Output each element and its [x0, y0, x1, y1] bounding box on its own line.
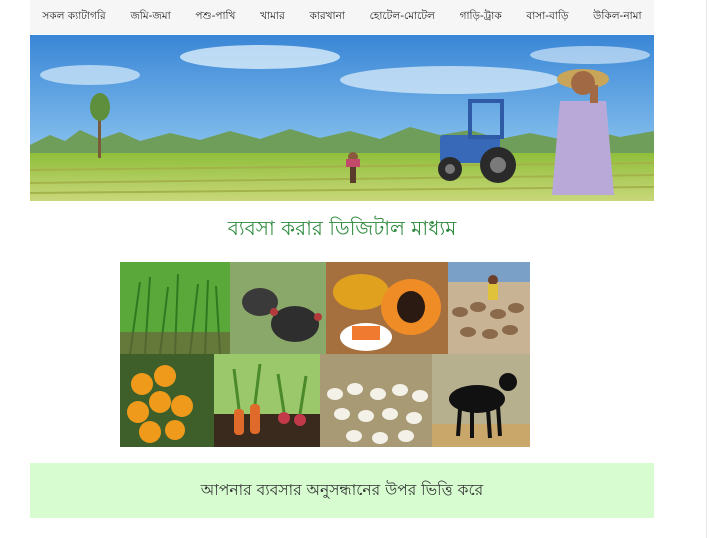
nav-item-farm[interactable]: খামার [260, 9, 285, 26]
oranges-image [120, 354, 214, 447]
nav-item-lawyer[interactable]: উকিল-নামা [593, 9, 641, 26]
nav-item-hotel-motel[interactable]: হোটেল-মোটেল [370, 9, 435, 26]
nav-item-vehicles[interactable]: গাড়ি-ট্রাক [460, 9, 502, 26]
hero-farm-image [30, 35, 654, 201]
black-goat-image [432, 354, 530, 447]
rice-seedlings-image [120, 262, 230, 354]
search-info-banner: আপনার ব্যবসার অনুসন্ধানের উপর ভিত্তি করে [30, 463, 654, 518]
carrots-image [214, 354, 320, 447]
nav-item-livestock[interactable]: পশু-পাখি [195, 9, 235, 26]
banner-text: আপনার ব্যবসার অনুসন্ধানের উপর ভিত্তি করে [200, 480, 484, 499]
nav-item-factory[interactable]: কারখানা [309, 9, 344, 26]
turkeys-image [230, 262, 326, 354]
nav-item-house[interactable]: বাসা-বাড়ি [526, 9, 568, 26]
page-tagline: ব্যবসা করার ডিজিটাল মাধ্যম [227, 216, 457, 240]
page-edge-line [706, 0, 707, 538]
ducks-farm-image [448, 262, 530, 354]
product-collage [120, 262, 530, 447]
chickens-poultry-image [320, 354, 432, 447]
papaya-image [326, 262, 448, 354]
nav-item-all-categories[interactable]: সকল ক্যাটাগরি [42, 9, 105, 26]
nav-item-land[interactable]: জমি-জমা [130, 9, 170, 26]
top-navigation: সকল ক্যাটাগরি জমি-জমা পশু-পাখি খামার কার… [30, 0, 654, 34]
